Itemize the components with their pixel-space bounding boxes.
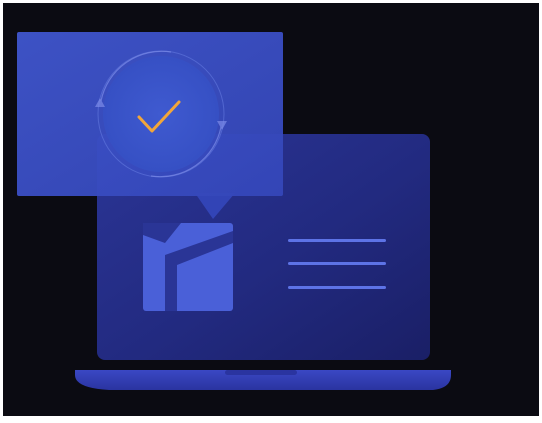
laptop-notch [225, 370, 297, 375]
document-logo-icon [143, 223, 233, 311]
illustration-frame [3, 3, 539, 416]
illustration-svg [17, 32, 451, 390]
